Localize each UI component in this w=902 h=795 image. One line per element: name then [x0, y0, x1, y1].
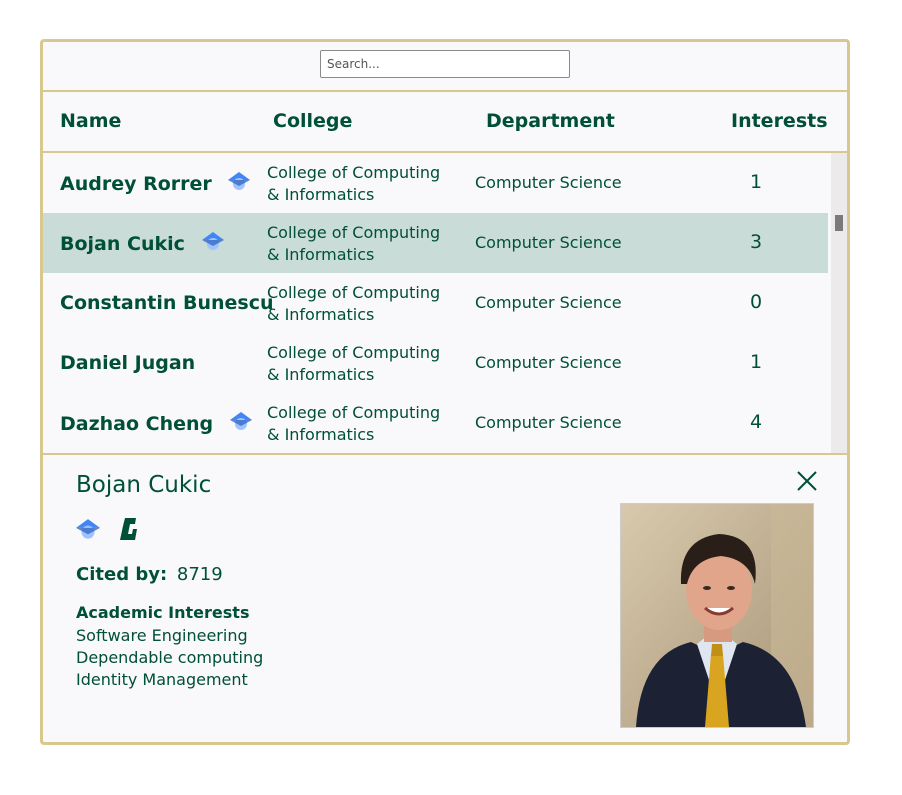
column-header-interests[interactable]: Interests — [731, 110, 828, 132]
table-scrollbar[interactable] — [831, 153, 847, 453]
department-cell: Computer Science — [475, 353, 622, 372]
department-cell: Computer Science — [475, 413, 622, 432]
table-row[interactable]: Audrey Rorrer College of Computing & Inf… — [43, 153, 828, 213]
google-scholar-icon[interactable] — [76, 519, 100, 545]
department-cell: Computer Science — [475, 233, 622, 252]
detail-faculty-name: Bojan Cukic — [76, 472, 212, 498]
interests-count-cell: 1 — [749, 171, 763, 193]
faculty-name-cell: Audrey Rorrer — [60, 172, 251, 197]
academic-interests-list: Software Engineering Dependable computin… — [76, 625, 263, 691]
unc-charlotte-logo-icon[interactable] — [119, 517, 138, 545]
faculty-name: Daniel Jugan — [60, 352, 196, 374]
faculty-name-cell: Dazhao Cheng — [60, 412, 252, 437]
search-input[interactable] — [320, 50, 570, 78]
table-row[interactable]: Constantin Bunescu College of Computing … — [43, 273, 828, 333]
google-scholar-icon[interactable] — [228, 172, 251, 197]
faculty-name: Dazhao Cheng — [60, 413, 214, 435]
faculty-directory-panel: Name College Department Interests Audrey… — [40, 39, 850, 745]
google-scholar-icon[interactable] — [229, 412, 252, 437]
academic-interests-heading: Academic Interests — [76, 603, 250, 622]
college-cell: College of Computing & Informatics — [267, 223, 441, 264]
table-body: Audrey Rorrer College of Computing & Inf… — [43, 153, 847, 455]
college-cell: College of Computing & Informatics — [267, 343, 441, 384]
department-cell: Computer Science — [475, 293, 622, 312]
interests-count-cell: 1 — [749, 351, 763, 373]
column-header-department[interactable]: Department — [486, 110, 615, 132]
faculty-name-cell: Bojan Cukic — [60, 232, 224, 257]
interests-count-cell: 4 — [749, 411, 763, 433]
faculty-name: Constantin Bunescu — [60, 292, 274, 314]
college-cell: College of Computing & Informatics — [267, 163, 441, 204]
faculty-detail-panel: Bojan Cukic Cited by: 8719 Academic Inte… — [43, 455, 847, 742]
cited-by-value: 8719 — [176, 564, 223, 585]
interests-count-cell: 3 — [749, 231, 763, 253]
faculty-name-cell: Daniel Jugan — [60, 352, 195, 374]
interest-item: Identity Management — [76, 670, 248, 689]
close-icon[interactable] — [795, 469, 819, 493]
cited-by: Cited by: 8719 — [76, 564, 223, 585]
interest-item: Software Engineering — [76, 626, 248, 645]
table-header: Name College Department Interests — [43, 92, 847, 153]
cited-by-label: Cited by: — [76, 564, 168, 585]
table-row[interactable]: Daniel Jugan College of Computing & Info… — [43, 333, 828, 393]
scrollbar-thumb[interactable] — [835, 215, 843, 231]
column-header-name[interactable]: Name — [60, 110, 121, 132]
interest-item: Dependable computing — [76, 648, 264, 667]
google-scholar-icon[interactable] — [201, 232, 224, 257]
detail-profile-links — [76, 517, 138, 545]
faculty-name-cell: Constantin Bunescu — [60, 292, 274, 314]
table-row-selected[interactable]: Bojan Cukic College of Computing & Infor… — [43, 213, 828, 273]
faculty-photo — [620, 503, 814, 728]
search-bar — [43, 42, 847, 92]
faculty-name: Bojan Cukic — [60, 233, 185, 255]
department-cell: Computer Science — [475, 173, 622, 192]
college-cell: College of Computing & Informatics — [267, 403, 441, 444]
column-header-college[interactable]: College — [273, 110, 352, 132]
interests-count-cell: 0 — [749, 291, 763, 313]
faculty-name: Audrey Rorrer — [60, 173, 212, 195]
table-row[interactable]: Dazhao Cheng College of Computing & Info… — [43, 393, 828, 453]
college-cell: College of Computing & Informatics — [267, 283, 441, 324]
